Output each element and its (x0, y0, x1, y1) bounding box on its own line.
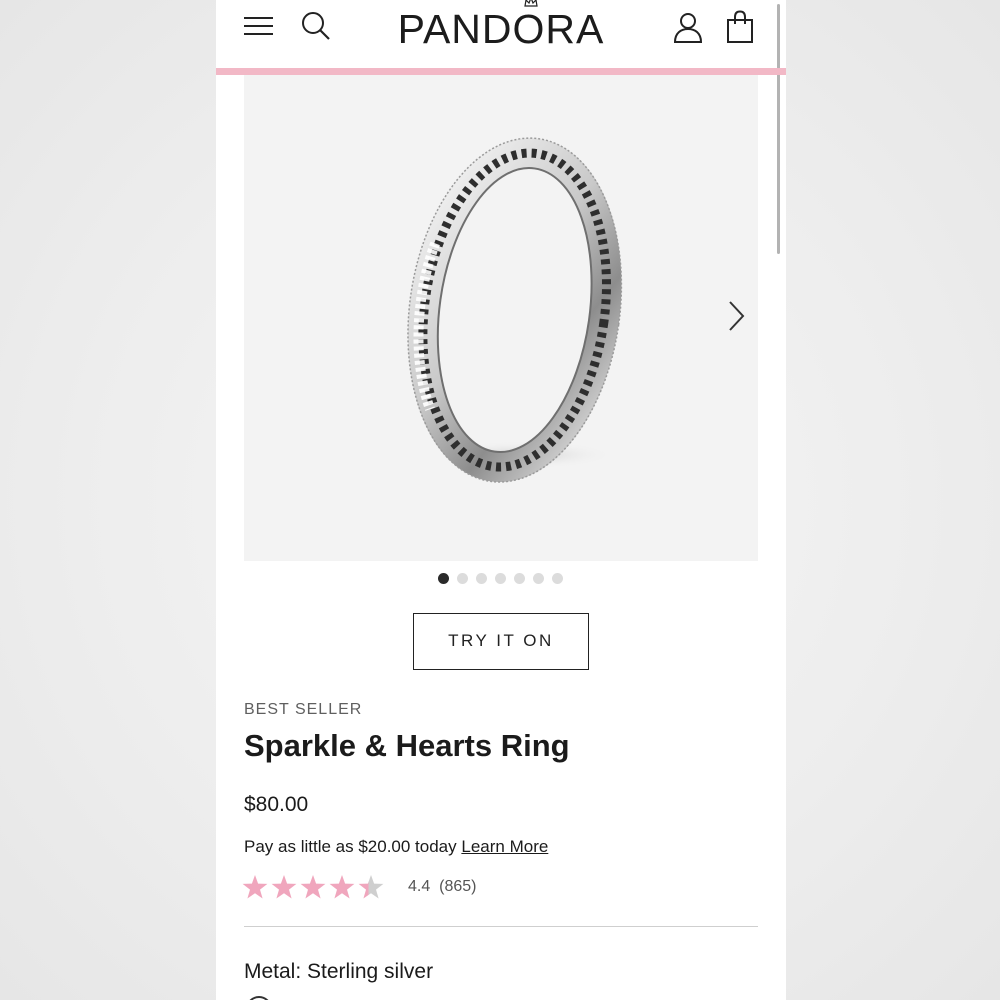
rating-summary[interactable]: 4.4 (865) (408, 878, 477, 896)
account-icon[interactable] (672, 10, 704, 44)
product-page: PANDORA TRY IT ON BEST SELLER Sparkle & … (216, 0, 786, 1000)
pagination-dot[interactable] (514, 573, 525, 584)
rating-stars[interactable] (242, 873, 392, 903)
metal-option-label: Metal: Sterling silver (244, 960, 434, 983)
crown-icon (524, 0, 538, 7)
best-seller-badge: BEST SELLER (244, 701, 363, 718)
review-count: (865) (439, 878, 477, 895)
installment-text: Pay as little as $20.00 today (244, 837, 457, 856)
product-image-gallery[interactable] (244, 75, 758, 561)
pagination-dot[interactable] (476, 573, 487, 584)
menu-icon[interactable] (244, 14, 274, 38)
scrollbar[interactable] (777, 4, 780, 254)
star-icon (271, 875, 297, 899)
site-header: PANDORA (216, 0, 786, 254)
star-icon (242, 875, 268, 899)
rating-value: 4.4 (408, 878, 431, 895)
shopping-bag-icon[interactable] (726, 10, 754, 44)
pagination-dot[interactable] (552, 573, 563, 584)
star-icon (300, 875, 326, 899)
learn-more-link[interactable]: Learn More (461, 837, 548, 856)
chevron-right-icon[interactable] (726, 299, 746, 333)
try-it-on-button[interactable]: TRY IT ON (413, 613, 589, 670)
pagination-dot[interactable] (533, 573, 544, 584)
product-price: $80.00 (244, 793, 309, 816)
star-icon (329, 875, 355, 899)
search-icon[interactable] (300, 10, 332, 42)
gallery-pagination (432, 573, 572, 587)
section-divider (244, 926, 758, 927)
pagination-dot[interactable] (495, 573, 506, 584)
pagination-dot-active[interactable] (438, 573, 449, 584)
product-image[interactable] (374, 135, 654, 495)
star-icon-partial (358, 875, 384, 899)
product-title: Sparkle & Hearts Ring (244, 728, 570, 763)
pagination-dot[interactable] (457, 573, 468, 584)
metal-swatch[interactable] (246, 996, 272, 1000)
installment-info: Pay as little as $20.00 today Learn More (244, 837, 548, 857)
accent-divider (216, 68, 786, 75)
brand-logo[interactable]: PANDORA (376, 0, 626, 56)
